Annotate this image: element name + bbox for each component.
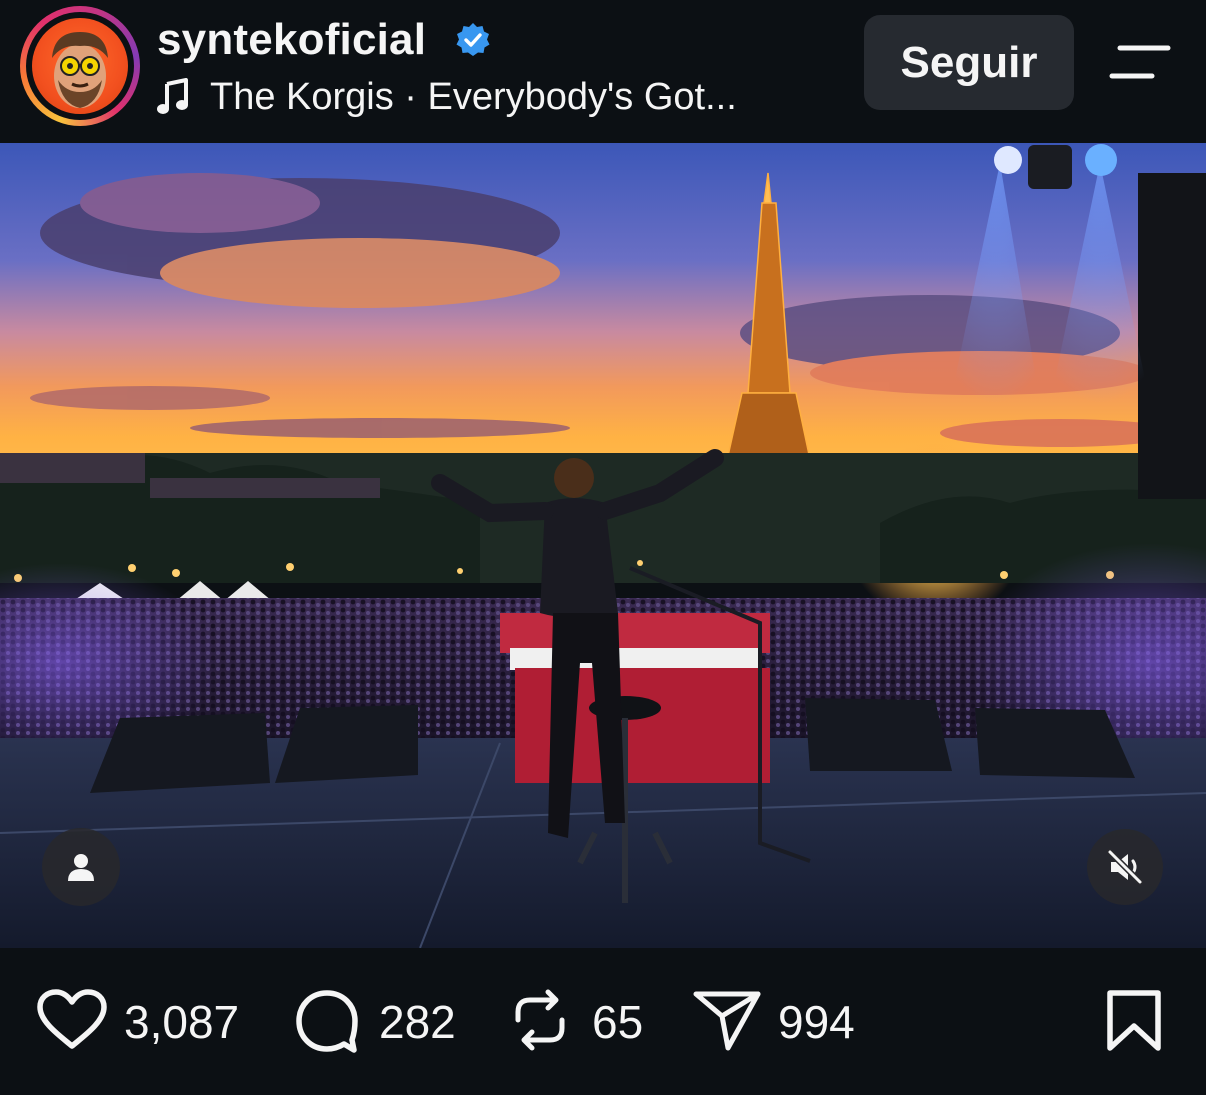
avatar-face-icon xyxy=(52,32,108,108)
muted-speaker-icon xyxy=(1107,849,1143,885)
menu-icon[interactable] xyxy=(1108,44,1172,80)
music-note-icon xyxy=(157,78,188,114)
heart-icon[interactable] xyxy=(36,988,108,1052)
repost-count[interactable]: 65 xyxy=(592,994,643,1050)
story-ring[interactable] xyxy=(20,6,140,126)
verified-badge-icon xyxy=(456,23,490,56)
post-header: syntekoficial The Korgis · Everybody's G… xyxy=(0,0,1206,143)
username[interactable]: syntekoficial xyxy=(157,14,426,66)
mute-button[interactable] xyxy=(1087,829,1163,905)
action-bar: 3,087 282 65 994 xyxy=(0,948,1206,1095)
like-count[interactable]: 3,087 xyxy=(124,994,239,1050)
audio-track-link[interactable]: The Korgis · Everybody's Got... xyxy=(210,74,737,120)
bookmark-icon[interactable] xyxy=(1104,988,1164,1054)
concert-photo xyxy=(0,143,1206,948)
tagged-users-button[interactable] xyxy=(42,828,120,906)
comment-count[interactable]: 282 xyxy=(379,994,456,1050)
avatar[interactable] xyxy=(32,18,128,114)
post-image[interactable] xyxy=(0,143,1206,948)
share-count[interactable]: 994 xyxy=(778,994,855,1050)
repost-icon[interactable] xyxy=(510,986,570,1054)
user-tag-icon xyxy=(68,854,94,881)
comment-icon[interactable] xyxy=(294,988,360,1054)
share-icon[interactable] xyxy=(692,988,762,1052)
follow-button[interactable]: Seguir xyxy=(864,15,1074,110)
